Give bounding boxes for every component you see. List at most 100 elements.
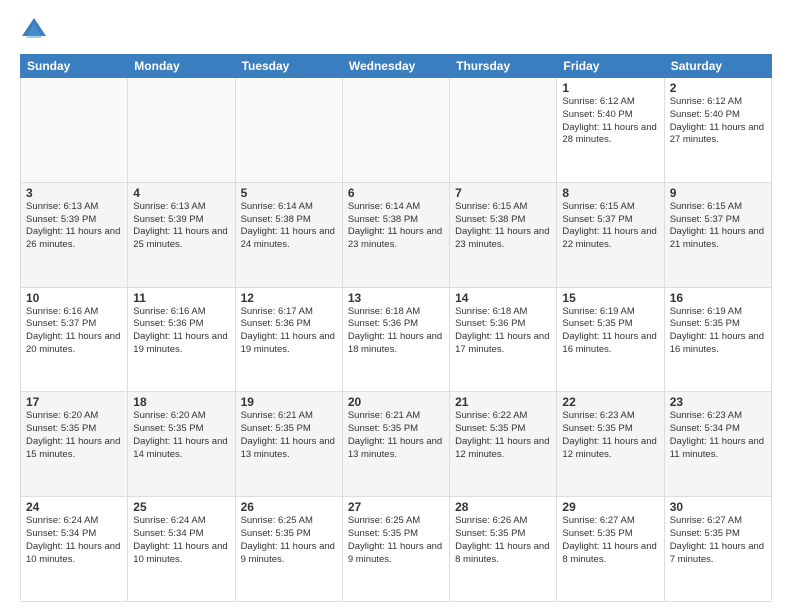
day-number: 20 <box>348 395 444 409</box>
calendar-header-row: SundayMondayTuesdayWednesdayThursdayFrid… <box>21 55 772 78</box>
logo-icon <box>20 16 48 44</box>
day-number: 22 <box>562 395 658 409</box>
calendar-cell: 2Sunrise: 6:12 AM Sunset: 5:40 PM Daylig… <box>664 78 771 183</box>
calendar-cell: 1Sunrise: 6:12 AM Sunset: 5:40 PM Daylig… <box>557 78 664 183</box>
day-info: Sunrise: 6:22 AM Sunset: 5:35 PM Dayligh… <box>455 410 551 461</box>
day-number: 12 <box>241 291 337 305</box>
day-info: Sunrise: 6:14 AM Sunset: 5:38 PM Dayligh… <box>241 201 337 252</box>
calendar-cell <box>342 78 449 183</box>
day-info: Sunrise: 6:19 AM Sunset: 5:35 PM Dayligh… <box>562 306 658 357</box>
calendar-cell: 3Sunrise: 6:13 AM Sunset: 5:39 PM Daylig… <box>21 182 128 287</box>
day-info: Sunrise: 6:14 AM Sunset: 5:38 PM Dayligh… <box>348 201 444 252</box>
calendar-cell: 12Sunrise: 6:17 AM Sunset: 5:36 PM Dayli… <box>235 287 342 392</box>
day-info: Sunrise: 6:21 AM Sunset: 5:35 PM Dayligh… <box>348 410 444 461</box>
calendar-cell: 19Sunrise: 6:21 AM Sunset: 5:35 PM Dayli… <box>235 392 342 497</box>
calendar-cell: 9Sunrise: 6:15 AM Sunset: 5:37 PM Daylig… <box>664 182 771 287</box>
calendar-cell: 6Sunrise: 6:14 AM Sunset: 5:38 PM Daylig… <box>342 182 449 287</box>
calendar-header-thursday: Thursday <box>450 55 557 78</box>
calendar-week-row: 3Sunrise: 6:13 AM Sunset: 5:39 PM Daylig… <box>21 182 772 287</box>
day-info: Sunrise: 6:13 AM Sunset: 5:39 PM Dayligh… <box>26 201 122 252</box>
calendar-cell: 25Sunrise: 6:24 AM Sunset: 5:34 PM Dayli… <box>128 497 235 602</box>
calendar-header-tuesday: Tuesday <box>235 55 342 78</box>
calendar-header-saturday: Saturday <box>664 55 771 78</box>
calendar-cell: 16Sunrise: 6:19 AM Sunset: 5:35 PM Dayli… <box>664 287 771 392</box>
day-number: 17 <box>26 395 122 409</box>
calendar-cell: 4Sunrise: 6:13 AM Sunset: 5:39 PM Daylig… <box>128 182 235 287</box>
day-info: Sunrise: 6:15 AM Sunset: 5:37 PM Dayligh… <box>670 201 766 252</box>
calendar-cell: 20Sunrise: 6:21 AM Sunset: 5:35 PM Dayli… <box>342 392 449 497</box>
day-info: Sunrise: 6:17 AM Sunset: 5:36 PM Dayligh… <box>241 306 337 357</box>
calendar-header-wednesday: Wednesday <box>342 55 449 78</box>
day-number: 7 <box>455 186 551 200</box>
calendar-cell: 8Sunrise: 6:15 AM Sunset: 5:37 PM Daylig… <box>557 182 664 287</box>
day-info: Sunrise: 6:15 AM Sunset: 5:38 PM Dayligh… <box>455 201 551 252</box>
day-number: 16 <box>670 291 766 305</box>
day-info: Sunrise: 6:15 AM Sunset: 5:37 PM Dayligh… <box>562 201 658 252</box>
day-number: 19 <box>241 395 337 409</box>
day-number: 13 <box>348 291 444 305</box>
day-info: Sunrise: 6:16 AM Sunset: 5:37 PM Dayligh… <box>26 306 122 357</box>
calendar-table: SundayMondayTuesdayWednesdayThursdayFrid… <box>20 54 772 602</box>
day-number: 8 <box>562 186 658 200</box>
calendar-cell: 7Sunrise: 6:15 AM Sunset: 5:38 PM Daylig… <box>450 182 557 287</box>
day-info: Sunrise: 6:26 AM Sunset: 5:35 PM Dayligh… <box>455 515 551 566</box>
day-info: Sunrise: 6:18 AM Sunset: 5:36 PM Dayligh… <box>348 306 444 357</box>
calendar-header-monday: Monday <box>128 55 235 78</box>
day-info: Sunrise: 6:25 AM Sunset: 5:35 PM Dayligh… <box>348 515 444 566</box>
day-number: 1 <box>562 81 658 95</box>
day-info: Sunrise: 6:24 AM Sunset: 5:34 PM Dayligh… <box>26 515 122 566</box>
calendar-cell: 15Sunrise: 6:19 AM Sunset: 5:35 PM Dayli… <box>557 287 664 392</box>
day-number: 15 <box>562 291 658 305</box>
calendar-header-friday: Friday <box>557 55 664 78</box>
day-info: Sunrise: 6:23 AM Sunset: 5:35 PM Dayligh… <box>562 410 658 461</box>
day-info: Sunrise: 6:27 AM Sunset: 5:35 PM Dayligh… <box>562 515 658 566</box>
calendar-header-sunday: Sunday <box>21 55 128 78</box>
day-number: 10 <box>26 291 122 305</box>
day-info: Sunrise: 6:23 AM Sunset: 5:34 PM Dayligh… <box>670 410 766 461</box>
day-number: 4 <box>133 186 229 200</box>
calendar-week-row: 1Sunrise: 6:12 AM Sunset: 5:40 PM Daylig… <box>21 78 772 183</box>
calendar-cell: 14Sunrise: 6:18 AM Sunset: 5:36 PM Dayli… <box>450 287 557 392</box>
calendar-cell: 22Sunrise: 6:23 AM Sunset: 5:35 PM Dayli… <box>557 392 664 497</box>
calendar-cell <box>450 78 557 183</box>
header <box>20 16 772 44</box>
calendar-cell: 10Sunrise: 6:16 AM Sunset: 5:37 PM Dayli… <box>21 287 128 392</box>
day-info: Sunrise: 6:21 AM Sunset: 5:35 PM Dayligh… <box>241 410 337 461</box>
calendar-cell: 23Sunrise: 6:23 AM Sunset: 5:34 PM Dayli… <box>664 392 771 497</box>
calendar-cell: 18Sunrise: 6:20 AM Sunset: 5:35 PM Dayli… <box>128 392 235 497</box>
day-info: Sunrise: 6:27 AM Sunset: 5:35 PM Dayligh… <box>670 515 766 566</box>
calendar-cell <box>21 78 128 183</box>
calendar-cell: 29Sunrise: 6:27 AM Sunset: 5:35 PM Dayli… <box>557 497 664 602</box>
calendar-week-row: 10Sunrise: 6:16 AM Sunset: 5:37 PM Dayli… <box>21 287 772 392</box>
day-info: Sunrise: 6:20 AM Sunset: 5:35 PM Dayligh… <box>26 410 122 461</box>
day-info: Sunrise: 6:19 AM Sunset: 5:35 PM Dayligh… <box>670 306 766 357</box>
calendar-cell: 28Sunrise: 6:26 AM Sunset: 5:35 PM Dayli… <box>450 497 557 602</box>
calendar-cell: 26Sunrise: 6:25 AM Sunset: 5:35 PM Dayli… <box>235 497 342 602</box>
day-info: Sunrise: 6:16 AM Sunset: 5:36 PM Dayligh… <box>133 306 229 357</box>
day-number: 25 <box>133 500 229 514</box>
calendar-cell: 24Sunrise: 6:24 AM Sunset: 5:34 PM Dayli… <box>21 497 128 602</box>
calendar-week-row: 17Sunrise: 6:20 AM Sunset: 5:35 PM Dayli… <box>21 392 772 497</box>
calendar-cell: 17Sunrise: 6:20 AM Sunset: 5:35 PM Dayli… <box>21 392 128 497</box>
calendar-cell: 21Sunrise: 6:22 AM Sunset: 5:35 PM Dayli… <box>450 392 557 497</box>
day-info: Sunrise: 6:13 AM Sunset: 5:39 PM Dayligh… <box>133 201 229 252</box>
day-number: 6 <box>348 186 444 200</box>
day-info: Sunrise: 6:24 AM Sunset: 5:34 PM Dayligh… <box>133 515 229 566</box>
day-number: 21 <box>455 395 551 409</box>
day-number: 23 <box>670 395 766 409</box>
day-number: 18 <box>133 395 229 409</box>
page: SundayMondayTuesdayWednesdayThursdayFrid… <box>0 0 792 612</box>
day-info: Sunrise: 6:12 AM Sunset: 5:40 PM Dayligh… <box>562 96 658 147</box>
calendar-cell <box>235 78 342 183</box>
calendar-cell: 27Sunrise: 6:25 AM Sunset: 5:35 PM Dayli… <box>342 497 449 602</box>
day-number: 5 <box>241 186 337 200</box>
day-number: 3 <box>26 186 122 200</box>
day-info: Sunrise: 6:25 AM Sunset: 5:35 PM Dayligh… <box>241 515 337 566</box>
calendar-cell <box>128 78 235 183</box>
calendar-cell: 11Sunrise: 6:16 AM Sunset: 5:36 PM Dayli… <box>128 287 235 392</box>
day-number: 11 <box>133 291 229 305</box>
day-info: Sunrise: 6:18 AM Sunset: 5:36 PM Dayligh… <box>455 306 551 357</box>
day-number: 2 <box>670 81 766 95</box>
day-number: 14 <box>455 291 551 305</box>
day-number: 9 <box>670 186 766 200</box>
